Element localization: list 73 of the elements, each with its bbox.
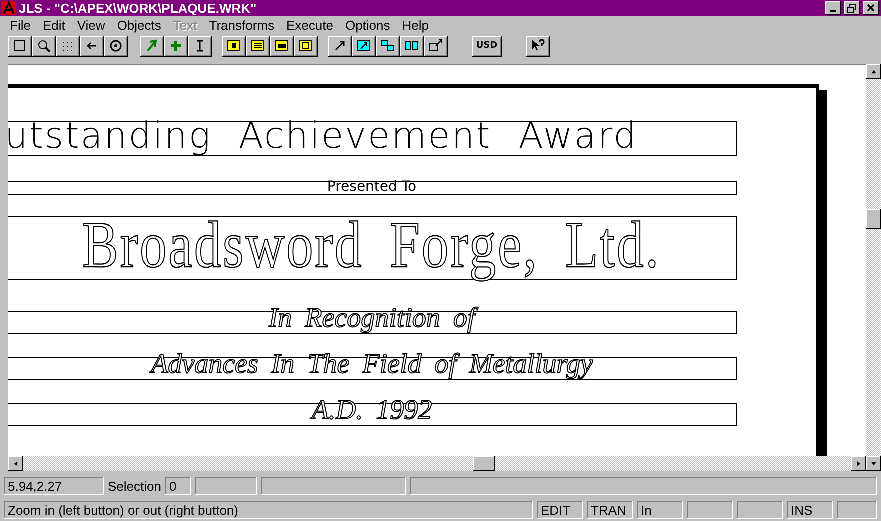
rectangle-button[interactable] (8, 36, 32, 56)
plaque-text: A.D. 1992 (312, 397, 432, 425)
pencil-button[interactable] (140, 36, 164, 56)
bar-page-button[interactable] (270, 36, 294, 56)
resize-icon (356, 38, 372, 54)
status-pane (195, 477, 258, 495)
mode-indicator: EDIT (537, 501, 583, 519)
mirror-icon (380, 38, 396, 54)
bar-page-icon (274, 38, 290, 54)
mode-indicator: TRAN (587, 501, 633, 519)
currency-button[interactable]: USD (472, 36, 502, 56)
status-message: Zoom in (left button) or out (right button) (4, 501, 533, 519)
mirror-button[interactable] (376, 36, 400, 56)
menu-item[interactable]: Edit (36, 18, 72, 32)
mode-indicator: In (637, 501, 683, 519)
app-logo-icon (2, 1, 16, 15)
minimize-button[interactable] (825, 1, 841, 15)
window-title: JLS - "C:\APEX\WORK\PLAQUE.WRK" (19, 0, 258, 16)
rotate-icon (428, 38, 444, 54)
scroll-right-button[interactable] (851, 456, 866, 471)
diagonal-arrow-button[interactable] (328, 36, 352, 56)
align-button[interactable] (400, 36, 424, 56)
menu-item[interactable]: View (71, 18, 112, 32)
close-icon (867, 4, 875, 12)
plaque-text: utstanding Achievement Award (8, 119, 638, 155)
scroll-down-button[interactable] (866, 456, 881, 471)
help-pointer-icon (530, 38, 546, 54)
restore-icon (847, 4, 857, 12)
scroll-thumb[interactable] (473, 456, 495, 471)
close-button[interactable] (863, 1, 879, 15)
status-pane (737, 501, 783, 519)
status-pane (837, 501, 877, 519)
plus-icon (168, 38, 184, 54)
up-arrow-icon (870, 68, 878, 76)
plaque-text: Advances In The Field of Metallurgy (151, 351, 593, 379)
help-button[interactable] (526, 36, 550, 56)
selection-count-pane: 0 (165, 477, 192, 495)
dot-page-icon (226, 38, 242, 54)
left-arrow-icon (12, 460, 20, 468)
target-icon (108, 38, 124, 54)
zoom-icon (36, 38, 52, 54)
menu-item[interactable]: Options (339, 18, 396, 32)
coordinates-pane: 5.94,2.27 (4, 477, 104, 495)
menu-item[interactable]: File (4, 18, 37, 32)
lines-page-icon (250, 38, 266, 54)
rectangle-icon (12, 38, 28, 54)
scroll-thumb[interactable] (866, 209, 881, 229)
scroll-up-button[interactable] (866, 64, 881, 79)
menu-item[interactable]: Transforms (203, 18, 280, 32)
menu-item[interactable]: Execute (280, 18, 340, 32)
dot-page-button[interactable] (222, 36, 246, 56)
horizontal-scrollbar[interactable] (8, 456, 866, 471)
frame-page-button[interactable] (294, 36, 318, 56)
frame-page-icon (298, 38, 314, 54)
vertical-scrollbar[interactable] (866, 64, 881, 471)
zoom-button[interactable] (32, 36, 56, 56)
lines-page-button[interactable] (246, 36, 270, 56)
resize-button[interactable] (352, 36, 376, 56)
grid-button[interactable] (56, 36, 80, 56)
right-arrow-icon (854, 460, 862, 468)
arrow-left-button[interactable] (80, 36, 104, 56)
target-button[interactable] (104, 36, 128, 56)
selection-label: Selection (108, 478, 162, 494)
plus-button[interactable] (164, 36, 188, 56)
scroll-left-button[interactable] (8, 456, 23, 471)
mode-indicator: INS (787, 501, 833, 519)
restore-button[interactable] (844, 1, 860, 15)
rotate-button[interactable] (424, 36, 448, 56)
status-pane (687, 501, 733, 519)
menu-item[interactable]: Objects (111, 18, 168, 32)
menu-item[interactable]: Help (396, 18, 436, 32)
down-arrow-icon (870, 460, 878, 468)
text-cursor-button[interactable] (188, 36, 212, 56)
